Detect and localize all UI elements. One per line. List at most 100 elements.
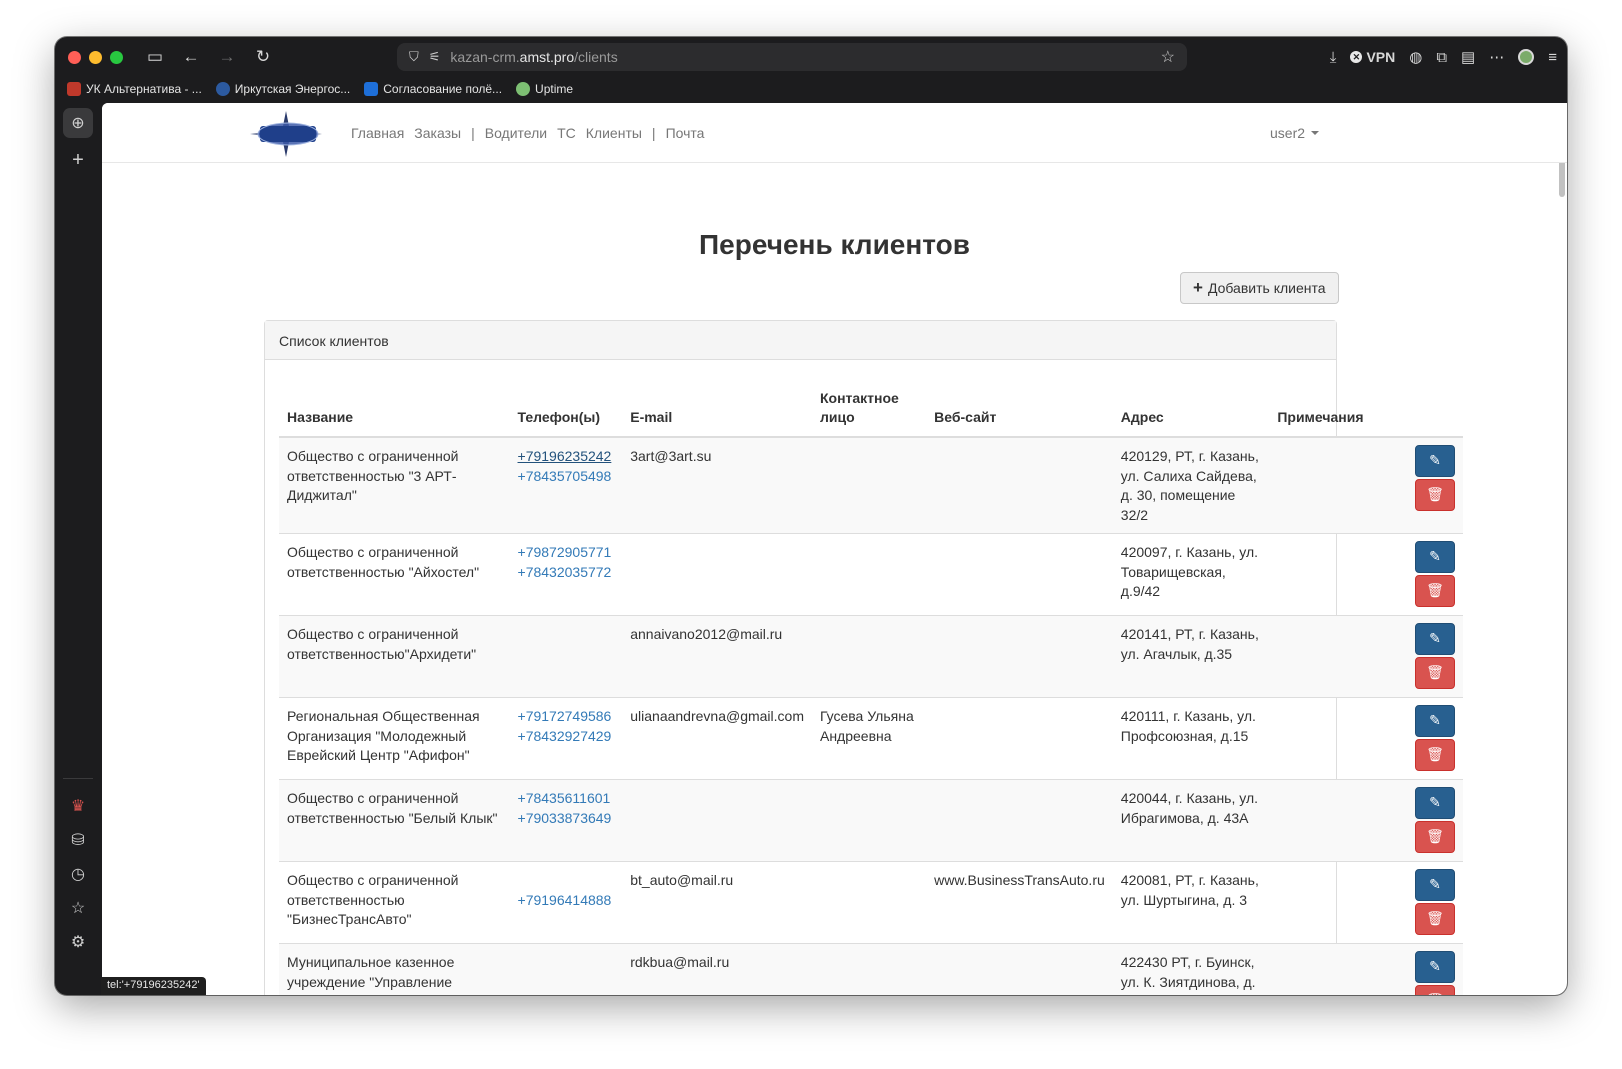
delete-button[interactable]: 🗑︎ [1415, 657, 1455, 689]
browser-toolbar: ▭ ← → ↻ ⛉ ⚟ kazan-crm. amst.pro/clients ☆… [55, 37, 1567, 77]
shield-icon[interactable]: ⛉ [409, 49, 419, 65]
edit-button[interactable]: ✎ [1415, 787, 1455, 819]
profile-avatar[interactable] [1518, 49, 1535, 65]
bookmark-item[interactable]: Согласование полё... [364, 82, 502, 96]
cell-website [926, 779, 1113, 862]
phone-link[interactable]: +78432927429 [518, 727, 615, 747]
reader-view-icon[interactable]: ▤ [1461, 48, 1475, 66]
cell-actions: ✎ 🗑︎ [1387, 779, 1463, 862]
cell-website: www.BusinessTransAuto.ru [926, 861, 1113, 944]
more-dots-icon[interactable]: ⋯ [1489, 48, 1504, 66]
add-client-button[interactable]: + Добавить клиента [1180, 272, 1339, 304]
extensions-puzzle-icon[interactable]: ⧉ [1436, 49, 1447, 66]
cell-website [926, 436, 1113, 534]
cell-website [926, 615, 1113, 698]
header-website[interactable]: Веб-сайт [926, 381, 1113, 438]
delete-button[interactable]: 🗑︎ [1415, 821, 1455, 853]
edit-button[interactable]: ✎ [1415, 869, 1455, 901]
bookmark-favicon-icon [215, 82, 230, 96]
bookmark-star-icon[interactable]: ☆ [1161, 47, 1175, 67]
trash-icon: 🗑︎ [1426, 664, 1444, 681]
extension-globe-icon[interactable]: ◍ [1409, 48, 1422, 66]
nav-link[interactable]: Почта [666, 125, 705, 141]
vpn-button[interactable]: ✕ VPN [1350, 49, 1395, 65]
header-name[interactable]: Название [279, 381, 510, 438]
phone-link[interactable]: +79033873649 [518, 809, 615, 829]
edit-button[interactable]: ✎ [1415, 951, 1455, 983]
back-arrow-icon[interactable]: ← [173, 47, 209, 67]
phone-link[interactable]: +78432035772 [518, 563, 615, 583]
url-host-prefix: kazan-crm. [450, 49, 520, 65]
bookmark-item[interactable]: Иркутская Энергос... [215, 82, 350, 96]
cell-notes [1269, 943, 1388, 995]
menu-icon[interactable]: ≡ [1548, 49, 1557, 66]
header-email[interactable]: E-mail [622, 381, 812, 438]
sidebar-storage-icon[interactable]: ⛁ [63, 825, 93, 855]
delete-button[interactable]: 🗑︎ [1415, 575, 1455, 607]
clients-table: Название Телефон(ы) E-mail Контактное лиц… [279, 381, 1463, 995]
minimize-window-button[interactable] [89, 50, 102, 64]
address-bar[interactable]: ⛉ ⚟ kazan-crm. amst.pro/clients ☆ [397, 43, 1187, 71]
header-notes[interactable]: Примечания [1269, 381, 1388, 438]
sidebar-history-icon[interactable]: ◷ [63, 859, 93, 889]
nav-link[interactable]: Водители [485, 125, 547, 141]
page-title: Перечень клиентов [699, 229, 970, 260]
sidebar-app-icon[interactable]: ♛ [63, 791, 93, 821]
cell-actions: ✎ 🗑︎ [1387, 697, 1463, 780]
sidebar-settings-icon[interactable]: ⚙ [63, 927, 93, 957]
header-contact-line1: Контактное [819, 390, 899, 406]
window-controls [68, 50, 123, 64]
sidebar-add-icon[interactable]: + [63, 145, 93, 175]
delete-button[interactable]: 🗑︎ [1415, 479, 1455, 511]
edit-button[interactable]: ✎ [1415, 541, 1455, 573]
phone-link[interactable]: +78435611601 [518, 789, 615, 809]
nav-link[interactable]: Главная [351, 125, 404, 141]
table-header-row: Название Телефон(ы) E-mail Контактное лиц… [279, 381, 1463, 438]
nav-link[interactable]: Заказы [414, 125, 461, 141]
user-menu[interactable]: user2 [1270, 125, 1320, 141]
trash-icon: 🗑︎ [1426, 746, 1444, 763]
header-actions [1387, 381, 1463, 438]
trash-icon: 🗑︎ [1426, 828, 1444, 845]
edit-button[interactable]: ✎ [1415, 705, 1455, 737]
edit-icon: ✎ [1429, 712, 1441, 729]
phone-link[interactable]: +78435705498 [518, 467, 615, 487]
site-settings-icon[interactable]: ⚟ [429, 49, 441, 65]
bookmark-item[interactable]: Uptime [516, 82, 573, 96]
header-contact[interactable]: Контактное лицо [811, 381, 927, 438]
delete-button[interactable]: 🗑︎ [1415, 739, 1455, 771]
delete-button[interactable]: 🗑︎ [1415, 985, 1455, 995]
site-logo[interactable] [250, 111, 322, 157]
reload-icon[interactable]: ↻ [245, 47, 281, 67]
delete-button[interactable]: 🗑︎ [1415, 903, 1455, 935]
trash-icon: 🗑︎ [1426, 486, 1444, 503]
sidebar-toggle-icon[interactable]: ▭ [137, 47, 173, 67]
cell-contact [811, 779, 927, 862]
table-row: Общество с ограниченной ответственностью… [279, 533, 1463, 616]
header-phone[interactable]: Телефон(ы) [509, 381, 623, 438]
nav-link[interactable]: ТС [557, 125, 576, 141]
cell-address: 420111, г. Казань, ул. Профсоюзная, д.15 [1112, 697, 1270, 780]
cell-notes [1269, 779, 1388, 862]
cell-phones [509, 615, 623, 698]
forward-arrow-icon[interactable]: → [209, 47, 245, 67]
sidebar-globe-icon[interactable]: ⊕ [63, 108, 93, 138]
cell-address: 420129, РТ, г. Казань, ул. Салиха Сайдев… [1112, 436, 1270, 534]
download-icon[interactable]: ⤓ [1330, 49, 1337, 66]
trash-icon: 🗑︎ [1426, 991, 1444, 995]
sidebar-star-icon[interactable]: ☆ [63, 893, 93, 923]
close-window-button[interactable] [68, 50, 81, 64]
bookmark-item[interactable]: УК Альтернатива - ... [67, 82, 202, 96]
header-address[interactable]: Адрес [1112, 381, 1270, 438]
plus-icon: + [1193, 278, 1203, 297]
maximize-window-button[interactable] [110, 50, 123, 64]
phone-link[interactable]: +79872905771 [518, 543, 615, 563]
bookmark-label: Согласование полё... [383, 82, 503, 96]
phone-link[interactable]: +79196235242 [518, 447, 615, 467]
phone-link[interactable] [518, 871, 615, 891]
edit-button[interactable]: ✎ [1415, 445, 1455, 477]
edit-button[interactable]: ✎ [1415, 623, 1455, 655]
nav-link[interactable]: Клиенты [586, 125, 642, 141]
phone-link[interactable]: +79196414888 [518, 891, 615, 911]
phone-link[interactable]: +79172749586 [518, 707, 615, 727]
